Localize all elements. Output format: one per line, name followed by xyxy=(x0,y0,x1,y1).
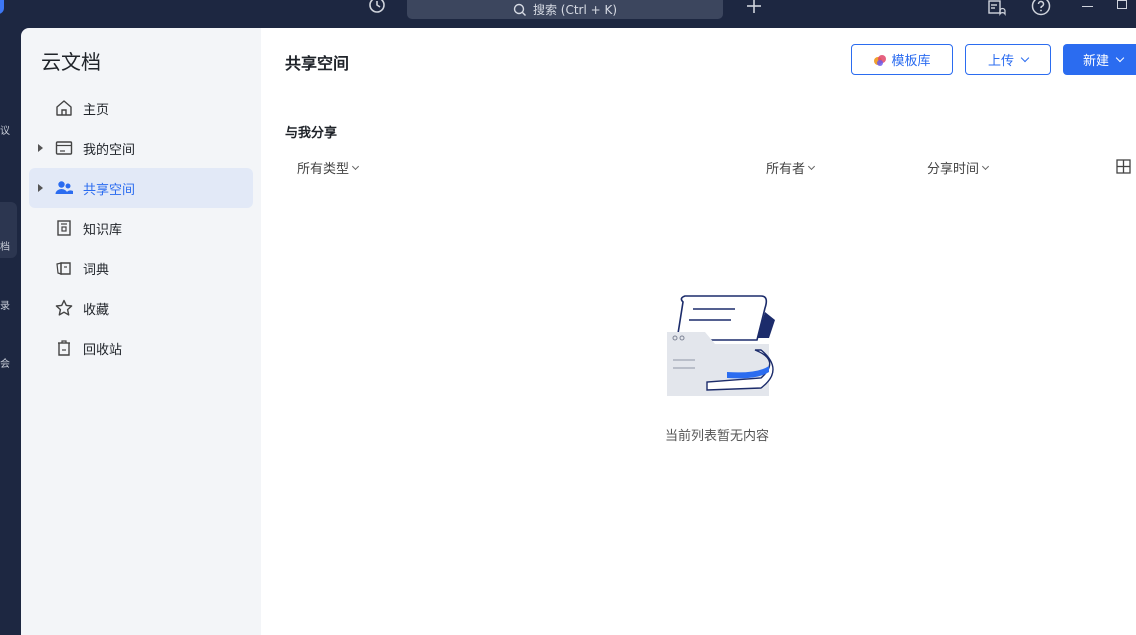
sidebar-nav: 主页 我的空间 共享空间 知识库 词典 收藏 回收站 xyxy=(29,88,253,368)
home-icon xyxy=(56,100,72,116)
help-icon[interactable] xyxy=(1031,0,1051,16)
section-title: 与我分享 xyxy=(285,126,338,141)
sidebar-item-label: 回收站 xyxy=(83,342,123,358)
chevron-down-icon xyxy=(1115,53,1125,63)
history-icon[interactable] xyxy=(366,0,388,18)
page-title: 共享空间 xyxy=(285,54,350,73)
sidebar-item-favorites[interactable]: 收藏 xyxy=(29,288,253,328)
search-icon xyxy=(513,3,526,16)
expand-caret-icon[interactable] xyxy=(38,184,43,192)
sidebar-item-home[interactable]: 主页 xyxy=(29,88,253,128)
trash-icon xyxy=(58,340,70,356)
chevron-down-icon xyxy=(807,162,816,170)
maximize-icon[interactable] xyxy=(1117,0,1127,9)
main-content: 共享空间 模板库 上传 新建 与我分享 所有类型 所有者 分享时间 当前列表暂无… xyxy=(261,28,1136,635)
sidebar-item-dictionary[interactable]: 词典 xyxy=(29,248,253,288)
new-label: 新建 xyxy=(1082,54,1109,69)
sidebar-item-label: 收藏 xyxy=(83,302,110,318)
upload-label: 上传 xyxy=(987,54,1014,69)
expand-caret-icon[interactable] xyxy=(38,144,43,152)
minimize-icon[interactable] xyxy=(1082,6,1093,7)
sidebar-item-label: 我的空间 xyxy=(83,142,136,158)
app-rail: 议 档 录 会 xyxy=(0,28,21,635)
app-logo-icon xyxy=(0,0,4,14)
star-icon xyxy=(55,299,73,316)
share-time-filter[interactable]: 分享时间 xyxy=(927,158,990,177)
sidebar-item-knowledge-base[interactable]: 知识库 xyxy=(29,208,253,248)
grid-view-icon[interactable] xyxy=(1116,159,1131,174)
chevron-down-icon xyxy=(351,162,360,170)
book-icon xyxy=(57,220,71,236)
owner-filter[interactable]: 所有者 xyxy=(766,158,816,177)
rail-item-records[interactable]: 录 xyxy=(0,297,16,312)
type-filter-label: 所有类型 xyxy=(297,162,350,177)
folder-icon xyxy=(55,141,73,155)
sidebar-item-label: 知识库 xyxy=(83,222,123,238)
search-placeholder: 搜索 (Ctrl + K) xyxy=(532,3,618,17)
rail-item-meet[interactable]: 会 xyxy=(0,355,16,370)
rail-item-docs[interactable]: 档 xyxy=(0,238,16,253)
empty-state-illustration xyxy=(667,295,775,396)
users-icon xyxy=(55,181,73,194)
share-time-filter-label: 分享时间 xyxy=(927,162,980,177)
plus-icon[interactable] xyxy=(745,0,763,15)
chevron-down-icon xyxy=(981,162,990,170)
type-filter[interactable]: 所有类型 xyxy=(297,158,360,177)
sidebar-item-shared-space[interactable]: 共享空间 xyxy=(29,168,253,208)
sidebar-item-label: 主页 xyxy=(83,102,110,118)
upload-button[interactable]: 上传 xyxy=(965,44,1051,75)
notification-icon[interactable] xyxy=(987,0,1007,17)
dictionary-icon xyxy=(56,262,71,275)
owner-filter-label: 所有者 xyxy=(766,162,806,177)
template-library-icon xyxy=(874,54,887,66)
search-input[interactable]: 搜索 (Ctrl + K) xyxy=(407,0,723,19)
template-library-label: 模板库 xyxy=(891,54,931,69)
sidebar-item-trash[interactable]: 回收站 xyxy=(29,328,253,368)
sidebar-title: 云文档 xyxy=(41,50,101,74)
title-bar: 搜索 (Ctrl + K) xyxy=(0,0,1136,28)
new-button[interactable]: 新建 xyxy=(1063,44,1136,75)
sidebar: 云文档 主页 我的空间 共享空间 知识库 词典 收藏 回收站 xyxy=(21,28,261,635)
template-library-button[interactable]: 模板库 xyxy=(851,44,953,75)
sidebar-item-label: 词典 xyxy=(83,262,110,278)
chevron-down-icon xyxy=(1020,53,1030,63)
sidebar-item-label: 共享空间 xyxy=(83,182,136,198)
rail-item-meeting[interactable]: 议 xyxy=(0,122,16,137)
sidebar-item-my-space[interactable]: 我的空间 xyxy=(29,128,253,168)
empty-state-text: 当前列表暂无内容 xyxy=(665,429,770,444)
